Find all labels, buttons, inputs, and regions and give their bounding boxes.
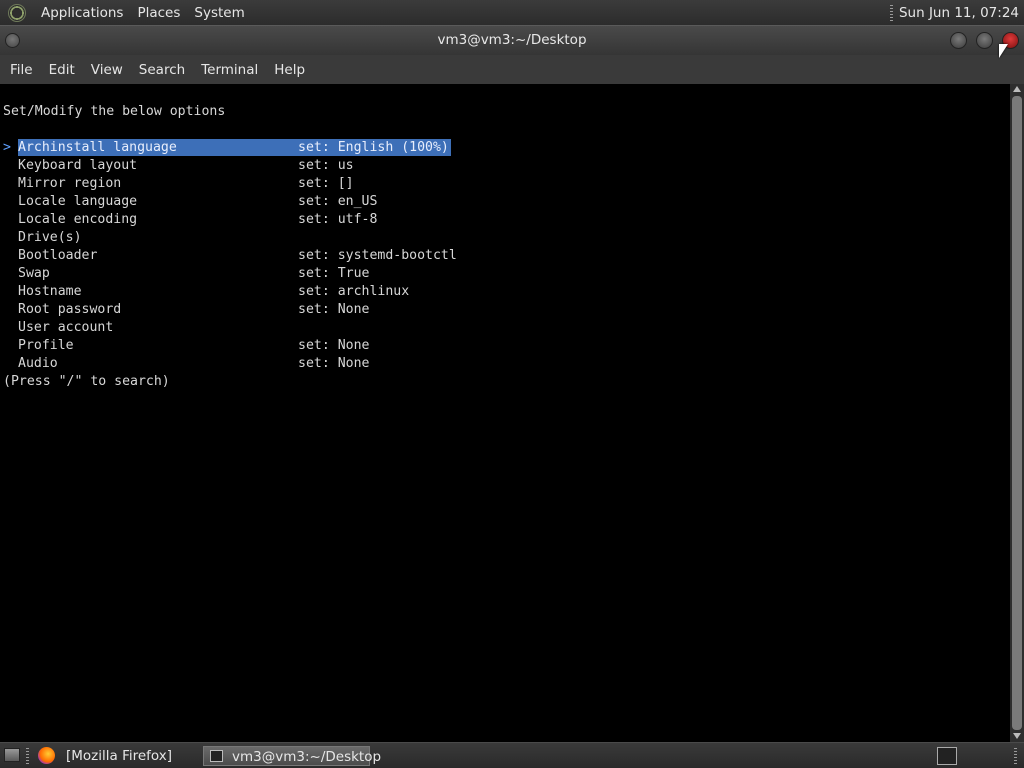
option-row-swap[interactable]: Swap set: True <box>0 265 600 283</box>
menu-edit[interactable]: Edit <box>42 62 82 78</box>
option-row-mirror-region[interactable]: Mirror region set: [] <box>0 175 600 193</box>
option-row-archinstall-language[interactable]: > Archinstall language set: English (100… <box>0 139 600 157</box>
window-title: vm3@vm3:~/Desktop <box>437 32 587 48</box>
option-name: Locale language <box>18 194 138 209</box>
option-name: Locale encoding <box>18 212 138 227</box>
scroll-up-arrow-icon[interactable] <box>1013 86 1021 92</box>
taskbar-item-label: vm3@vm3:~/Desktop <box>232 749 382 765</box>
option-row-hostname[interactable]: Hostname set: archlinux <box>0 283 600 301</box>
option-value: set: English (100%) <box>298 140 449 155</box>
option-name: Swap <box>18 266 50 281</box>
panel-drag-handle[interactable] <box>26 748 29 764</box>
option-name: Archinstall language <box>18 140 177 155</box>
option-row-drives[interactable]: Drive(s) <box>0 229 600 247</box>
taskbar-item-firefox[interactable]: [Mozilla Firefox] <box>58 746 180 766</box>
menu-terminal[interactable]: Terminal <box>194 62 265 78</box>
option-row-user-account[interactable]: User account <box>0 319 600 337</box>
minimize-button[interactable] <box>950 32 967 49</box>
window-titlebar[interactable]: vm3@vm3:~/Desktop <box>0 25 1024 55</box>
terminal-menubar: File Edit View Search Terminal Help <box>0 55 1024 84</box>
terminal-scrollbar[interactable] <box>1010 84 1024 742</box>
bottom-panel: [Mozilla Firefox] vm3@vm3:~/Desktop <box>0 742 1024 768</box>
option-value: set: None <box>298 302 370 317</box>
option-value: set: utf-8 <box>298 212 378 227</box>
places-menu[interactable]: Places <box>130 5 187 21</box>
option-value: set: systemd-bootctl <box>298 248 457 263</box>
option-value: set: archlinux <box>298 284 410 299</box>
option-name: Bootloader <box>18 248 98 263</box>
taskbar-item-terminal[interactable]: vm3@vm3:~/Desktop <box>203 746 381 766</box>
option-row-root-password[interactable]: Root password set: None <box>0 301 600 319</box>
menu-search[interactable]: Search <box>132 62 192 78</box>
search-hint: (Press "/" to search) <box>3 374 170 389</box>
system-menu[interactable]: System <box>187 5 251 21</box>
option-value: set: None <box>298 338 370 353</box>
option-name: Audio <box>18 356 58 371</box>
distro-logo-icon[interactable] <box>8 3 26 22</box>
option-value: set: en_US <box>298 194 378 209</box>
option-row-audio[interactable]: Audio set: None <box>0 355 600 373</box>
option-row-bootloader[interactable]: Bootloader set: systemd-bootctl <box>0 247 600 265</box>
mouse-pointer-icon <box>999 44 1008 58</box>
selection-cursor: > <box>3 140 11 155</box>
workspace-switcher-icon[interactable] <box>937 747 957 765</box>
option-name: Root password <box>18 302 122 317</box>
panel-drag-handle[interactable] <box>889 4 893 21</box>
top-panel: Applications Places System Sun Jun 11, 0… <box>0 0 1024 25</box>
menu-view[interactable]: View <box>84 62 130 78</box>
option-name: User account <box>18 320 114 335</box>
scroll-down-arrow-icon[interactable] <box>1013 733 1021 739</box>
option-row-profile[interactable]: Profile set: None <box>0 337 600 355</box>
option-name: Drive(s) <box>18 230 82 245</box>
option-row-locale-encoding[interactable]: Locale encoding set: utf-8 <box>0 211 600 229</box>
terminal-icon <box>210 750 223 762</box>
applications-menu[interactable]: Applications <box>34 5 130 21</box>
option-name: Keyboard layout <box>18 158 138 173</box>
firefox-icon <box>38 747 55 764</box>
option-value: set: us <box>298 158 354 173</box>
terminal-area[interactable]: Set/Modify the below options > Archinsta… <box>0 84 1010 742</box>
option-value: set: None <box>298 356 370 371</box>
option-row-locale-language[interactable]: Locale language set: en_US <box>0 193 600 211</box>
desktop-screen: Applications Places System Sun Jun 11, 0… <box>0 0 1024 768</box>
menu-file[interactable]: File <box>3 62 40 78</box>
menu-help[interactable]: Help <box>267 62 312 78</box>
option-value: set: [] <box>298 176 354 191</box>
show-desktop-icon[interactable] <box>4 748 20 762</box>
option-name: Hostname <box>18 284 82 299</box>
panel-drag-handle[interactable] <box>1014 748 1017 764</box>
scrollbar-thumb[interactable] <box>1012 96 1022 730</box>
option-name: Mirror region <box>18 176 122 191</box>
maximize-button[interactable] <box>976 32 993 49</box>
option-name: Profile <box>18 338 74 353</box>
option-row-keyboard-layout[interactable]: Keyboard layout set: us <box>0 157 600 175</box>
terminal-heading: Set/Modify the below options <box>3 104 226 119</box>
option-value: set: True <box>298 266 370 281</box>
clock[interactable]: Sun Jun 11, 07:24 <box>899 5 1024 21</box>
